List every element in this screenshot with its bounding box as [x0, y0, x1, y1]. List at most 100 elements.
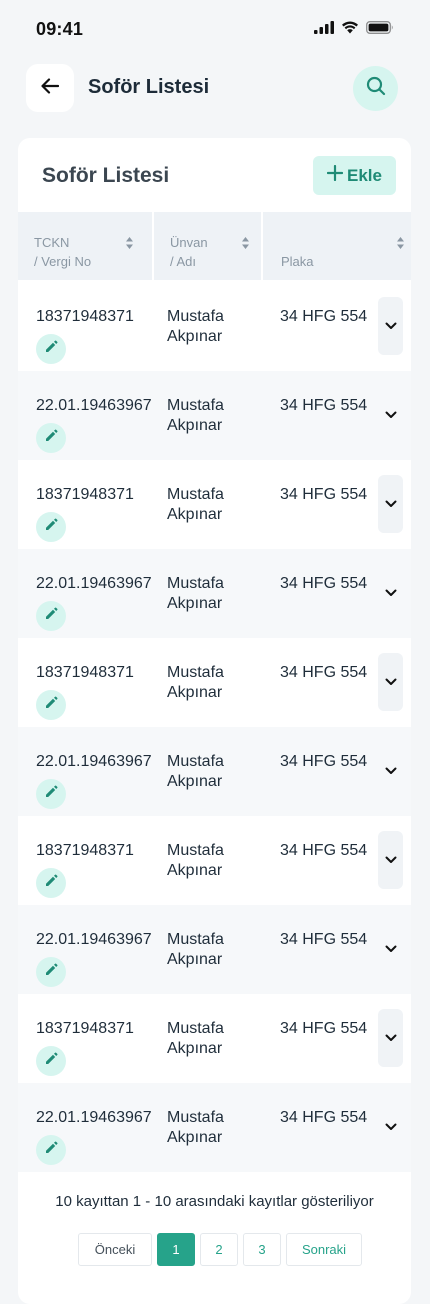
cell-tckn: 18371948371	[36, 664, 134, 681]
chevron-down-icon	[385, 317, 397, 335]
chevron-down-icon	[385, 762, 397, 780]
cell-name-first: Mustafa	[167, 486, 224, 503]
column-header-tckn[interactable]: TCKN / Vergi No	[18, 212, 152, 280]
cell-name-first: Mustafa	[167, 575, 224, 592]
chevron-down-icon	[385, 1118, 397, 1136]
chevron-down-icon	[385, 673, 397, 691]
pencil-icon	[44, 1140, 59, 1160]
table-row[interactable]: 18371948371 Mustafa Akpınar 34 HFG 554	[18, 282, 411, 371]
sort-icon[interactable]	[125, 236, 134, 255]
cell-name-last: Akpınar	[167, 773, 223, 790]
card-header: Soför Listesi Ekle	[18, 138, 411, 212]
chevron-down-icon	[385, 406, 397, 424]
pencil-icon	[44, 784, 59, 804]
cell-name-first: Mustafa	[167, 753, 224, 770]
add-button[interactable]: Ekle	[313, 156, 396, 195]
pagination: Önceki 1 2 3 Sonraki	[78, 1233, 362, 1266]
search-icon	[366, 76, 386, 101]
expand-row-button[interactable]	[378, 1098, 403, 1156]
cell-unvan: Mustafa Akpınar	[167, 1019, 224, 1059]
cell-tckn: 22.01.19463967	[36, 575, 152, 592]
expand-row-button[interactable]	[378, 831, 403, 889]
table-row[interactable]: 22.01.19463967 Mustafa Akpınar 34 HFG 554	[18, 905, 411, 994]
expand-row-button[interactable]	[378, 475, 403, 533]
wifi-icon	[341, 21, 359, 39]
add-button-label: Ekle	[347, 165, 382, 185]
expand-row-button[interactable]	[378, 386, 403, 444]
cell-name-last: Akpınar	[167, 595, 223, 612]
edit-button[interactable]	[36, 690, 66, 720]
previous-page-button[interactable]: Önceki	[78, 1233, 152, 1266]
expand-row-button[interactable]	[378, 742, 403, 800]
cell-name-first: Mustafa	[167, 397, 224, 414]
edit-button[interactable]	[36, 1135, 66, 1165]
cell-unvan: Mustafa Akpınar	[167, 930, 224, 970]
status-bar: 09:41	[0, 0, 430, 52]
edit-button[interactable]	[36, 779, 66, 809]
expand-row-button[interactable]	[378, 1009, 403, 1067]
expand-row-button[interactable]	[378, 564, 403, 622]
cell-unvan: Mustafa Akpınar	[167, 396, 224, 436]
table-row[interactable]: 18371948371 Mustafa Akpınar 34 HFG 554	[18, 638, 411, 727]
cell-unvan: Mustafa Akpınar	[167, 752, 224, 792]
page-title: Soför Listesi	[88, 76, 210, 98]
chevron-down-icon	[385, 940, 397, 958]
edit-button[interactable]	[36, 512, 66, 542]
expand-row-button[interactable]	[378, 653, 403, 711]
cell-plaka: 34 HFG 554	[280, 308, 368, 325]
edit-button[interactable]	[36, 601, 66, 631]
plus-icon	[326, 164, 344, 186]
edit-button[interactable]	[36, 334, 66, 364]
table-row[interactable]: 22.01.19463967 Mustafa Akpınar 34 HFG 554	[18, 549, 411, 638]
sort-icon[interactable]	[241, 236, 250, 255]
edit-button[interactable]	[36, 1046, 66, 1076]
back-button[interactable]	[26, 64, 74, 112]
pencil-icon	[44, 962, 59, 982]
cell-plaka: 34 HFG 554	[280, 397, 368, 414]
cell-unvan: Mustafa Akpınar	[167, 485, 224, 525]
driver-list-card: Soför Listesi Ekle TCKN / Vergi No Ünvan…	[18, 138, 411, 1304]
column-header-sublabel: / Vergi No	[34, 254, 92, 269]
table-row[interactable]: 18371948371 Mustafa Akpınar 34 HFG 554	[18, 994, 411, 1083]
page-button-1[interactable]: 1	[157, 1233, 195, 1266]
cell-name-last: Akpınar	[167, 328, 223, 345]
arrow-left-icon	[41, 77, 60, 99]
table-row[interactable]: 22.01.19463967 Mustafa Akpınar 34 HFG 554	[18, 371, 411, 460]
cell-tckn: 22.01.19463967	[36, 931, 152, 948]
cell-name-last: Akpınar	[167, 417, 223, 434]
column-header-unvan[interactable]: Ünvan / Adı	[152, 212, 261, 280]
page-button-3[interactable]: 3	[243, 1233, 281, 1266]
table-row[interactable]: 22.01.19463967 Mustafa Akpınar 34 HFG 554	[18, 1083, 411, 1172]
sort-icon[interactable]	[396, 236, 405, 255]
cell-name-last: Akpınar	[167, 506, 223, 523]
cell-tckn: 22.01.19463967	[36, 753, 152, 770]
cell-unvan: Mustafa Akpınar	[167, 307, 224, 347]
expand-row-button[interactable]	[378, 920, 403, 978]
chevron-down-icon	[385, 495, 397, 513]
edit-button[interactable]	[36, 957, 66, 987]
card-title: Soför Listesi	[42, 164, 170, 187]
table-row[interactable]: 22.01.19463967 Mustafa Akpınar 34 HFG 554	[18, 727, 411, 816]
cell-tckn: 18371948371	[36, 486, 134, 503]
edit-button[interactable]	[36, 868, 66, 898]
page-button-2[interactable]: 2	[200, 1233, 238, 1266]
cell-name-first: Mustafa	[167, 308, 224, 325]
cell-plaka: 34 HFG 554	[280, 842, 368, 859]
cell-name-first: Mustafa	[167, 1020, 224, 1037]
search-button[interactable]	[353, 66, 398, 111]
status-time: 09:41	[36, 19, 84, 39]
column-header-plaka[interactable]: Plaka	[261, 212, 411, 280]
pencil-icon	[44, 428, 59, 448]
pencil-icon	[44, 606, 59, 626]
table-row[interactable]: 18371948371 Mustafa Akpınar 34 HFG 554	[18, 816, 411, 905]
table-row[interactable]: 18371948371 Mustafa Akpınar 34 HFG 554	[18, 460, 411, 549]
column-header-label: Plaka	[281, 254, 314, 269]
table-body: 18371948371 Mustafa Akpınar 34 HFG 554 22.01…	[18, 282, 411, 1172]
cell-name-last: Akpınar	[167, 1129, 223, 1146]
cell-name-last: Akpınar	[167, 951, 223, 968]
cell-plaka: 34 HFG 554	[280, 575, 368, 592]
next-page-button[interactable]: Sonraki	[286, 1233, 362, 1266]
expand-row-button[interactable]	[378, 297, 403, 355]
edit-button[interactable]	[36, 423, 66, 453]
pencil-icon	[44, 873, 59, 893]
